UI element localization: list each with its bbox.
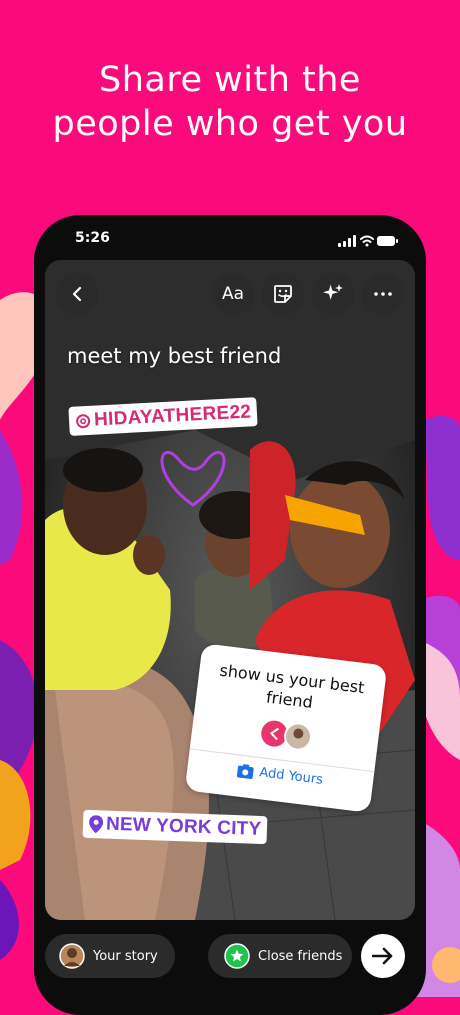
arrow-right-icon [372, 947, 393, 965]
status-time: 5:26 [75, 230, 110, 246]
sparkles-effects-icon [323, 284, 343, 300]
more-options-button[interactable] [362, 273, 404, 315]
add-yours-prompt: show us your best friend [218, 660, 366, 712]
add-yours-button[interactable]: Add Yours [187, 756, 373, 794]
back-chevron-icon [72, 286, 82, 302]
headline: Share with the people who get you [0, 58, 460, 146]
text-tool-button[interactable]: Aa [212, 273, 254, 315]
share-bar: Your story Close friends [34, 923, 426, 989]
threads-logo-icon [76, 414, 91, 429]
wifi-icon [360, 235, 374, 243]
effects-button[interactable] [312, 273, 354, 315]
status-icons [338, 232, 398, 251]
location-name: NEW YORK CITY [105, 813, 262, 841]
text-tool-label: Aa [221, 284, 245, 304]
camera-icon [236, 763, 254, 779]
your-story-label: Your story [93, 948, 158, 964]
battery-icon [377, 236, 398, 246]
story-caption[interactable]: meet my best friend [67, 344, 281, 368]
phone-frame: 5:26 Aa meet my best friend HIDAYATHERE2… [34, 215, 426, 1015]
close-friends-label: Close friends [258, 948, 343, 964]
sticker-icon [274, 285, 292, 303]
story-photo: Aa meet my best friend HIDAYATHERE22 sho… [45, 260, 415, 920]
mention-username: HIDAYATHERE22 [93, 401, 252, 431]
cellular-signal-icon [338, 235, 356, 247]
close-friends-button[interactable]: Close friends [208, 934, 352, 978]
add-yours-sticker[interactable]: show us your best friend Add Yours [184, 643, 388, 813]
share-next-button[interactable] [361, 934, 405, 978]
headline-line-1: Share with the [99, 60, 361, 100]
back-button[interactable] [56, 273, 98, 315]
location-pin-icon [89, 815, 104, 834]
your-story-avatar [59, 943, 85, 969]
your-story-button[interactable]: Your story [45, 934, 175, 978]
close-friends-star-icon [224, 943, 250, 969]
headline-line-2: people who get you [52, 104, 408, 144]
sticker-button[interactable] [262, 273, 304, 315]
add-yours-participants [261, 720, 313, 751]
more-options-icon [374, 292, 392, 296]
add-yours-label: Add Yours [258, 765, 324, 788]
status-bar: 5:26 [34, 215, 426, 259]
